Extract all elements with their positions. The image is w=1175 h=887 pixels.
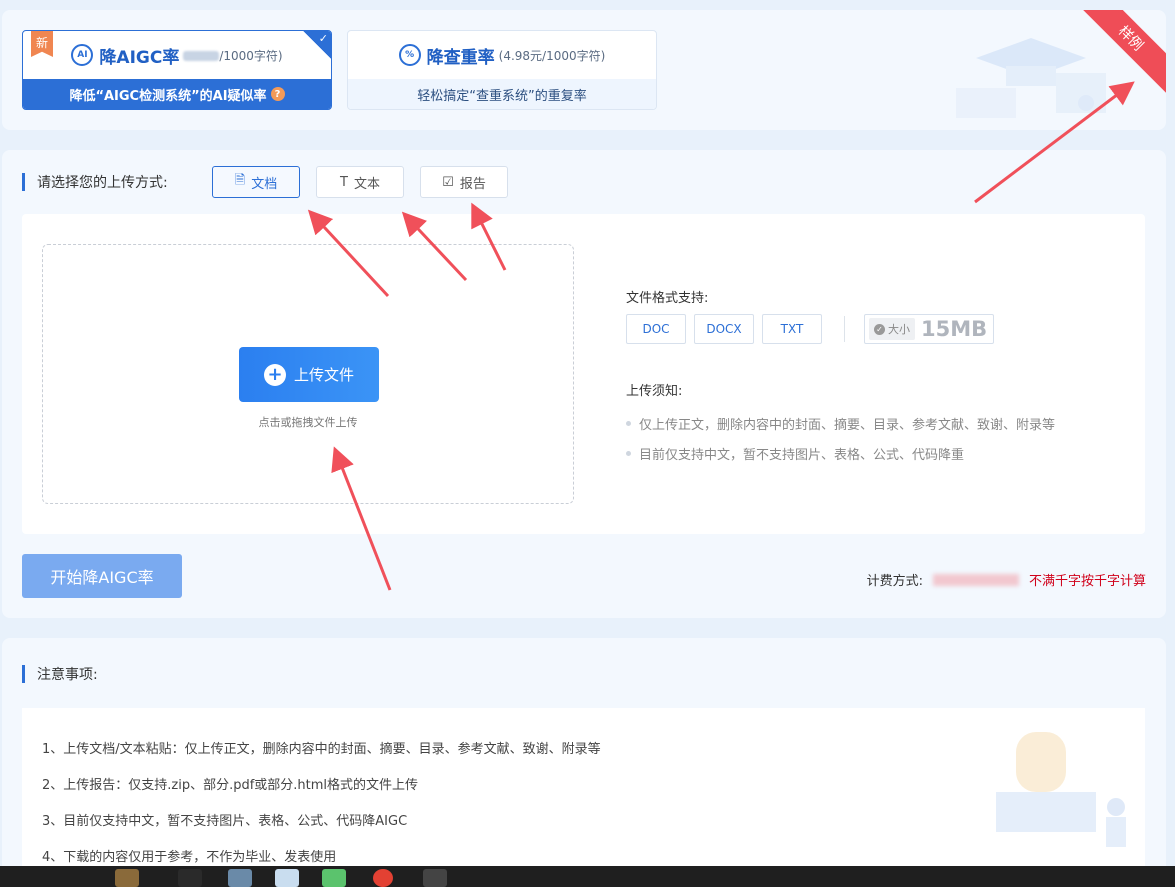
tab-subtitle: 降低“AIGC检测系统”的AI疑似率	[69, 88, 267, 104]
upload-card: 请选择您的上传方式: 🗎 文档 T 文本 ☑ 报告 + 上传文件 点击或拖拽文件…	[2, 150, 1166, 618]
file-icon: 🗎	[234, 173, 246, 188]
section-bar	[22, 665, 25, 683]
browser-app-icon[interactable]	[322, 869, 346, 887]
section-bar	[22, 173, 25, 191]
method-report-button[interactable]: ☑ 报告	[420, 166, 508, 198]
notice-item: 目前仅支持中文，暂不支持图片、表格、公式、代码降重	[626, 444, 964, 463]
start-reduce-aigc-button[interactable]: 开始降AIGC率	[22, 554, 182, 598]
education-illustration	[956, 38, 1106, 118]
formats-title: 文件格式支持:	[626, 291, 709, 306]
avatar-app-icon[interactable]	[275, 869, 299, 887]
tab-reduce-aigc[interactable]: 新 ✓ AI 降AIGC率 /1000字符) 降低“AIGC检测系统”的AI疑似…	[22, 30, 332, 110]
plus-icon: +	[263, 363, 286, 386]
notice-title: 上传须知:	[626, 384, 683, 399]
divider	[844, 316, 845, 342]
selected-check-icon: ✓	[303, 31, 331, 59]
pencil-app-icon[interactable]	[228, 869, 252, 887]
size-value: 15MB	[921, 317, 988, 341]
calendar-app-icon[interactable]	[178, 869, 202, 887]
upload-file-button[interactable]: + 上传文件	[239, 347, 379, 402]
format-doc: DOC	[626, 314, 686, 344]
tab-reduce-duplicate[interactable]: % 降查重率 (4.98元/1000字符) 轻松搞定“查重系统”的重复率	[347, 30, 657, 110]
tab-title: 降AIGC率	[99, 47, 180, 68]
notice-item: 仅上传正文，删除内容中的封面、摘要、目录、参考文献、致谢、附录等	[626, 414, 1055, 433]
capcut-app-icon[interactable]	[423, 869, 447, 887]
blurred-price	[932, 573, 1019, 586]
note-item: 3、目前仅支持中文，暂不支持图片、表格、公式、代码降AIGC	[42, 814, 408, 829]
check-icon: ✓	[874, 323, 885, 335]
archive-app-icon[interactable]	[115, 869, 139, 887]
help-icon[interactable]: ?	[270, 87, 285, 101]
notes-illustration	[996, 732, 1126, 847]
method-text-button[interactable]: T 文本	[316, 166, 404, 198]
upload-area: + 上传文件 点击或拖拽文件上传 文件格式支持: DOC DOCX TXT ✓ …	[22, 214, 1145, 534]
chrome-app-icon[interactable]	[373, 869, 393, 887]
ai-icon: AI	[71, 44, 94, 66]
mode-selector-card: 新 ✓ AI 降AIGC率 /1000字符) 降低“AIGC检测系统”的AI疑似…	[2, 10, 1166, 130]
tab-subtitle: 轻松搞定“查重系统”的重复率	[417, 88, 587, 104]
clipboard-icon: ☑	[442, 174, 454, 190]
notes-heading: 注意事项:	[22, 664, 98, 684]
method-document-button[interactable]: 🗎 文档	[212, 166, 300, 198]
tab-title: 降查重率	[426, 47, 495, 68]
tab-price: (4.98元/1000字符)	[498, 48, 606, 63]
tab-price: /1000字符)	[183, 47, 283, 64]
file-drop-zone[interactable]: + 上传文件 点击或拖拽文件上传	[42, 244, 574, 504]
note-item: 1、上传文档/文本粘贴：仅上传正文，删除内容中的封面、摘要、目录、参考文献、致谢…	[42, 742, 601, 757]
text-icon: T	[340, 174, 348, 190]
note-item: 2、上传报告：仅支持.zip、部分.pdf或部分.html格式的文件上传	[42, 778, 419, 793]
format-docx: DOCX	[694, 314, 754, 344]
drop-hint: 点击或拖拽文件上传	[258, 416, 358, 429]
upload-method-heading: 请选择您的上传方式:	[22, 172, 168, 192]
format-txt: TXT	[762, 314, 822, 344]
percent-icon: %	[398, 44, 421, 66]
os-taskbar	[0, 866, 1175, 887]
note-item: 4、下载的内容仅用于参考，不作为毕业、发表使用	[42, 850, 337, 865]
size-limit: ✓ 大小 15MB	[864, 314, 994, 344]
notes-card: 注意事项: 1、上传文档/文本粘贴：仅上传正文，删除内容中的封面、摘要、目录、参…	[2, 638, 1166, 887]
billing-info: 计费方式: 不满千字按千字计算	[866, 573, 1146, 589]
